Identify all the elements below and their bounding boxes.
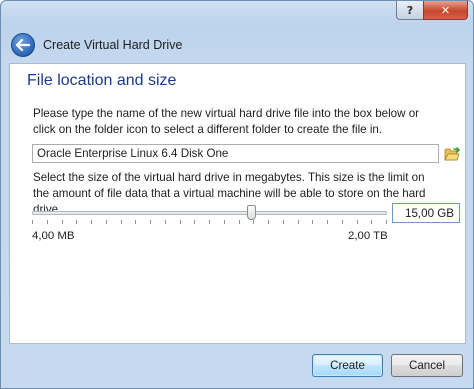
- help-icon: ?: [406, 3, 414, 17]
- folder-open-icon: [444, 146, 460, 161]
- back-button[interactable]: [11, 33, 35, 57]
- cancel-button[interactable]: Cancel: [391, 354, 463, 377]
- dialog-window: ? ✕ Create Virtual Hard Drive File locat…: [0, 0, 474, 389]
- close-icon: ✕: [440, 3, 451, 17]
- page-title: File location and size: [27, 72, 177, 89]
- size-slider[interactable]: [32, 204, 389, 228]
- back-arrow-icon: [16, 39, 30, 51]
- create-button[interactable]: Create: [312, 354, 383, 377]
- slider-track: [32, 211, 387, 215]
- slider-ticks: [32, 220, 387, 224]
- close-button[interactable]: ✕: [423, 1, 468, 20]
- help-button[interactable]: ?: [396, 1, 423, 20]
- wizard-title: Create Virtual Hard Drive: [43, 38, 183, 52]
- file-name-input[interactable]: [32, 144, 439, 163]
- choose-folder-button[interactable]: [444, 146, 460, 162]
- title-bar-controls: ? ✕: [396, 1, 468, 21]
- size-input[interactable]: [392, 203, 460, 223]
- wizard-header: Create Virtual Hard Drive: [11, 32, 182, 58]
- slider-thumb[interactable]: [247, 205, 256, 220]
- location-description: Please type the name of the new virtual …: [33, 107, 420, 136]
- wizard-page: File location and size Please type the n…: [9, 63, 466, 344]
- size-max-label: 2,00 TB: [348, 230, 388, 242]
- size-min-label: 4,00 MB: [32, 230, 75, 242]
